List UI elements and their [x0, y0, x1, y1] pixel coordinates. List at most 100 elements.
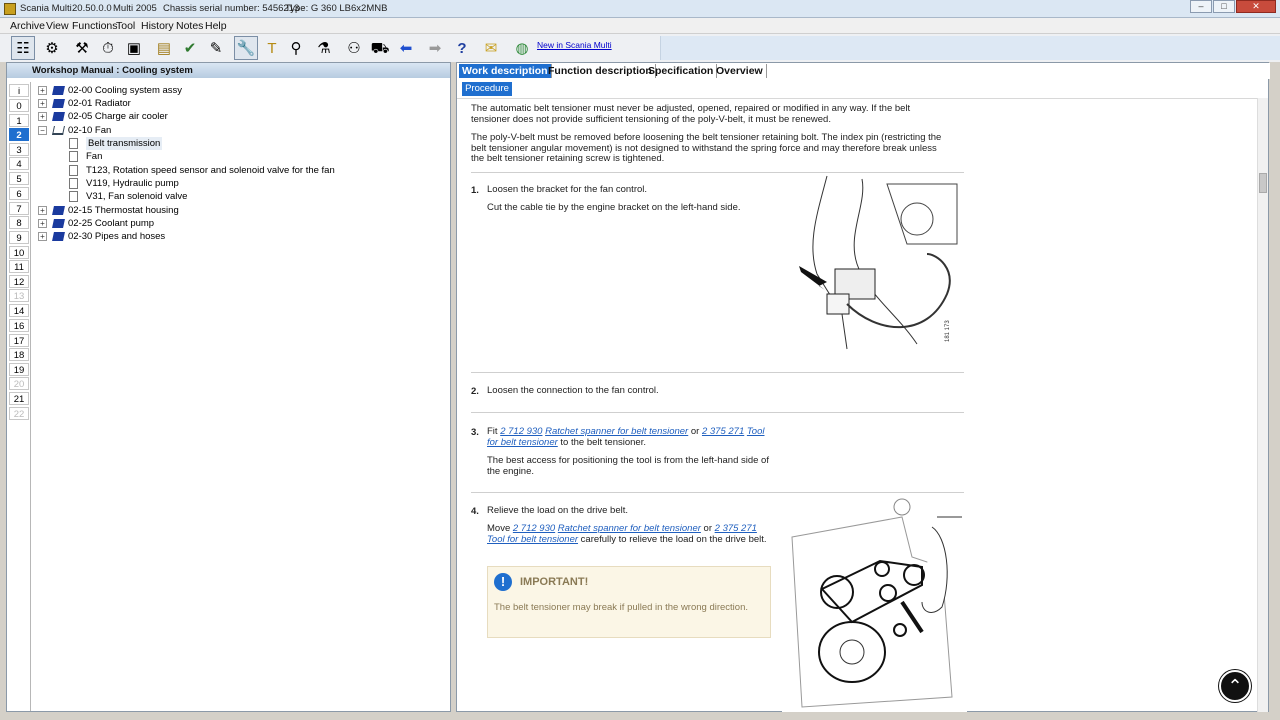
figure-code: 181 173 — [945, 320, 951, 342]
section-number[interactable]: 1 — [9, 114, 29, 127]
menu-help[interactable]: Help — [205, 20, 227, 32]
tool-number-link[interactable]: 2 375 271 — [702, 426, 744, 437]
network-icon[interactable]: ⚙ — [40, 36, 64, 60]
text-document-icon[interactable]: T — [260, 36, 284, 60]
tab-work-description[interactable]: Work description — [459, 64, 552, 78]
toolbar-fill — [660, 36, 1280, 60]
work-description-content: The automatic belt tensioner must never … — [457, 98, 1257, 712]
book-icon — [52, 112, 65, 121]
close-button[interactable]: ✕ — [1236, 0, 1276, 13]
parts-box-icon[interactable]: ▣ — [122, 36, 146, 60]
procedure-button[interactable]: Procedure — [462, 82, 512, 96]
section-number[interactable]: 19 — [9, 363, 29, 376]
section-number[interactable]: 8 — [9, 216, 29, 229]
app-edition: Multi 2005 — [113, 3, 157, 14]
mail-icon[interactable]: ✉ — [479, 36, 503, 60]
step-text: Fit 2 712 930 Ratchet spanner for belt t… — [487, 426, 765, 448]
tab-overview[interactable]: Overview — [713, 64, 767, 78]
book-check-icon[interactable]: ✔ — [178, 36, 202, 60]
tree-item[interactable]: +02-25 Coolant pump — [38, 217, 154, 230]
tool-name-link[interactable]: Ratchet spanner for belt tensioner — [558, 523, 701, 534]
tree-item[interactable]: −02-10 Fan — [38, 124, 111, 137]
section-number[interactable]: 5 — [9, 172, 29, 185]
expand-icon[interactable]: + — [38, 206, 47, 215]
tool-name-link[interactable]: Ratchet spanner for belt tensioner — [545, 426, 688, 437]
section-number[interactable]: 11 — [9, 260, 29, 273]
section-number[interactable]: 16 — [9, 319, 29, 332]
tool-number-link[interactable]: 2 712 930 — [500, 426, 542, 437]
menu-tool[interactable]: Tool — [116, 20, 135, 32]
expand-icon[interactable]: + — [38, 86, 47, 95]
tab-function-description[interactable]: Function description — [545, 64, 656, 78]
section-number[interactable]: 6 — [9, 187, 29, 200]
expand-icon[interactable]: + — [38, 219, 47, 228]
stopwatch-icon[interactable]: ⏱ — [96, 36, 120, 60]
section-number[interactable]: 0 — [9, 99, 29, 112]
section-number[interactable]: 7 — [9, 202, 29, 215]
section-number[interactable]: 9 — [9, 231, 29, 244]
content-panel: Work description Function description Sp… — [456, 62, 1270, 712]
menu-bar: Archive View Functions Tool History Note… — [0, 18, 1280, 34]
edit-note-icon[interactable]: ✎ — [204, 36, 228, 60]
expand-icon[interactable]: + — [38, 232, 47, 241]
important-title: IMPORTANT! — [520, 576, 589, 588]
tree-item-selected[interactable]: Belt transmission — [69, 137, 163, 150]
tree-item[interactable]: V31, Fan solenoid valve — [69, 190, 187, 203]
menu-view[interactable]: View — [46, 20, 69, 32]
section-number[interactable]: 21 — [9, 392, 29, 405]
manual-header: Workshop Manual : Cooling system — [7, 63, 450, 78]
section-number[interactable]: 14 — [9, 304, 29, 317]
maximize-button[interactable]: □ — [1213, 0, 1235, 13]
tree-view-icon[interactable]: ☷ — [11, 36, 35, 60]
important-body: The belt tensioner may break if pulled i… — [494, 602, 748, 613]
section-number[interactable]: 18 — [9, 348, 29, 361]
cart-icon[interactable]: ⛟ — [368, 36, 392, 60]
document-icon — [69, 178, 78, 189]
scrollbar-thumb[interactable] — [1259, 173, 1267, 193]
tree-item[interactable]: +02-01 Radiator — [38, 97, 131, 110]
tool-name-link[interactable]: Tool for belt tensioner — [487, 534, 578, 545]
section-number[interactable]: 3 — [9, 143, 29, 156]
app-title: Scania Multi — [20, 3, 72, 14]
spray-icon[interactable]: ⚗ — [312, 36, 336, 60]
book-icon[interactable]: ▤ — [152, 36, 176, 60]
help-icon[interactable]: ? — [450, 36, 474, 60]
expand-icon[interactable]: + — [38, 112, 47, 121]
book-icon — [52, 86, 65, 95]
workshop-manual-icon[interactable]: 🔧 — [234, 36, 258, 60]
book-icon — [52, 219, 65, 228]
scroll-to-top-button[interactable]: ⌃ — [1219, 670, 1251, 702]
menu-archive[interactable]: Archive — [10, 20, 45, 32]
tree-item[interactable]: Fan — [69, 150, 102, 163]
tree-item[interactable]: V119, Hydraulic pump — [69, 177, 179, 190]
section-number[interactable]: 17 — [9, 334, 29, 347]
tree-item[interactable]: +02-30 Pipes and hoses — [38, 230, 165, 243]
section-number[interactable]: i — [9, 84, 29, 97]
tree-item[interactable]: T123, Rotation speed sensor and solenoid… — [69, 164, 335, 177]
section-number[interactable]: 10 — [9, 246, 29, 259]
tab-specification[interactable]: Specification — [645, 64, 718, 78]
vehicle-diagnostic-icon[interactable]: ⚒ — [70, 36, 94, 60]
tool-number-link[interactable]: 2 375 271 — [715, 523, 757, 534]
tree-item[interactable]: +02-05 Charge air cooler — [38, 110, 168, 123]
expand-icon[interactable]: + — [38, 99, 47, 108]
globe-icon[interactable]: ◍ — [510, 36, 534, 60]
menu-history[interactable]: History — [141, 20, 174, 32]
back-arrow-icon[interactable]: ⬅ — [394, 36, 418, 60]
content-scrollbar[interactable] — [1257, 98, 1268, 712]
menu-functions[interactable]: Functions — [72, 20, 118, 32]
menu-notes[interactable]: Notes — [176, 20, 203, 32]
new-in-scania-link[interactable]: New in Scania Multi — [537, 40, 612, 50]
tree-item[interactable]: +02-15 Thermostat housing — [38, 204, 179, 217]
collapse-icon[interactable]: − — [38, 126, 47, 135]
tool-number-link[interactable]: 2 712 930 — [513, 523, 555, 534]
tree-item[interactable]: +02-00 Cooling system assy — [38, 84, 182, 97]
minimize-button[interactable]: – — [1190, 0, 1212, 13]
tool-pin-icon[interactable]: ⚲ — [284, 36, 308, 60]
binoculars-icon[interactable]: ⚇ — [342, 36, 366, 60]
section-number[interactable]: 12 — [9, 275, 29, 288]
section-number-active[interactable]: 2 — [9, 128, 29, 141]
divider — [471, 372, 964, 373]
section-number[interactable]: 4 — [9, 157, 29, 170]
forward-arrow-icon[interactable]: ➡ — [423, 36, 447, 60]
